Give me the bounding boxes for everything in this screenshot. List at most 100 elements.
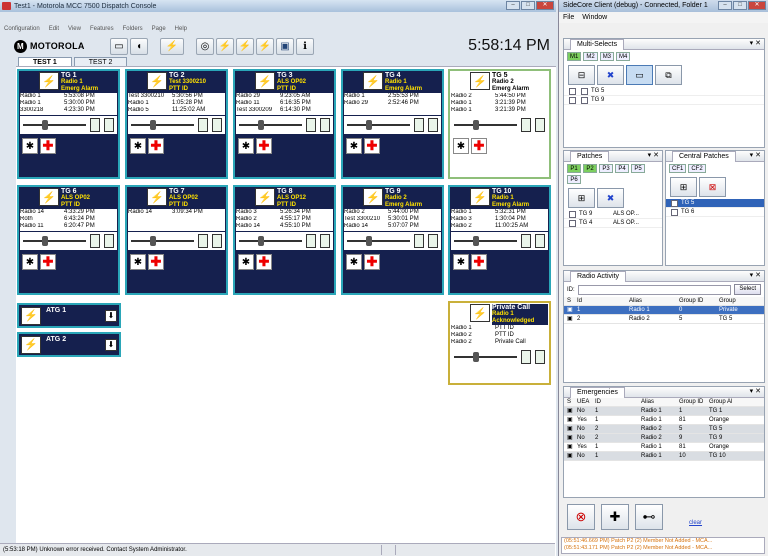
atg-tile[interactable]: ⚡ ATG 2 ⬇ — [17, 332, 121, 357]
patch-add-button[interactable]: ⊞ — [568, 188, 595, 208]
talkgroup-tile[interactable]: ⚡ TG 9 Radio 2 Emerg Alarm Radio 2 5:44:00 PM… — [341, 185, 444, 295]
ptt-button[interactable]: ⚡ — [21, 335, 41, 354]
select-button[interactable]: ⊟ — [568, 65, 595, 85]
expand-icon[interactable]: ⬇ — [105, 338, 117, 351]
monitor-button[interactable]: ▣ — [276, 37, 294, 55]
emergency-button[interactable]: ✚ — [256, 138, 272, 154]
speaker-button[interactable]: ◖ — [130, 37, 148, 55]
select-speaker-button[interactable]: ✱ — [238, 138, 254, 154]
slider-knob[interactable] — [149, 120, 156, 130]
maximize-button[interactable]: □ — [521, 1, 535, 10]
tab-test-1[interactable]: TEST 1 — [18, 57, 72, 66]
list-item[interactable]: TG 6 — [666, 208, 764, 217]
monitor-icon[interactable] — [212, 234, 222, 248]
table-row[interactable]: ▣ No 2 Radio 2 5 TG 5 — [564, 425, 764, 434]
table-row[interactable]: ▣ 1 Radio 1 0 Private — [564, 306, 764, 315]
volume-slider[interactable] — [128, 116, 225, 134]
ptt-button[interactable]: ⚡ — [147, 72, 167, 90]
checkbox[interactable] — [569, 220, 576, 227]
chip-m2[interactable]: M2 — [583, 52, 598, 61]
atg-tile[interactable]: ⚡ ATG 1 ⬇ — [17, 303, 121, 328]
table-row[interactable]: ▣ Yes 1 Radio 1 81 Orange — [564, 443, 764, 452]
emergency-button[interactable]: ✚ — [256, 254, 272, 270]
chip-m1[interactable]: M1 — [567, 52, 582, 61]
checkbox[interactable] — [671, 200, 678, 207]
id-input[interactable] — [577, 284, 732, 295]
slider-knob[interactable] — [365, 120, 372, 130]
call-history-list[interactable]: Test 3300210 5:30:56 PM Radio 1 1:05:28 PM R… — [128, 93, 225, 115]
slider-knob[interactable] — [257, 120, 264, 130]
side-minimize-button[interactable]: – — [718, 1, 732, 10]
emergency-ptt-button[interactable]: ⚡ — [236, 37, 254, 55]
column-header[interactable]: S — [567, 297, 577, 305]
volume-slider[interactable] — [451, 348, 548, 366]
emergency-button[interactable]: ✚ — [148, 138, 164, 154]
talkgroup-tile[interactable]: ⚡ TG 7 ALS OP02 PTT ID Radio 14 3:09:34 PM ✱ ✚ — [125, 185, 228, 295]
chip-p3[interactable]: P3 — [599, 164, 613, 173]
emergency-button[interactable]: ✚ — [364, 254, 380, 270]
ptt-button[interactable]: ⚡ — [147, 188, 167, 206]
ptt-button[interactable]: ⚡ — [39, 188, 59, 206]
volume-slider[interactable] — [128, 232, 225, 250]
panel-close-icon[interactable]: ▾ ✕ — [750, 151, 761, 161]
expand-icon[interactable]: ⬇ — [105, 309, 117, 322]
list-item[interactable]: TG 9 — [564, 96, 764, 105]
call-history-list[interactable]: Radio 2 5:44:00 PM Test 3300210 5:30:01 PM R… — [344, 209, 441, 231]
checkbox[interactable] — [581, 88, 588, 95]
all-call-button[interactable]: ⚡ — [160, 37, 184, 55]
call-history-list[interactable]: Radio 1 5:53:08 PM Radio 1 5:30:00 PM 330021… — [20, 93, 117, 115]
menu-file[interactable]: File — [563, 14, 574, 21]
list-item[interactable]: TG 4 ALS OP... — [564, 219, 662, 228]
slider-knob[interactable] — [365, 236, 372, 246]
talkgroup-tile[interactable]: ⚡ TG 10 Radio 1 Emerg Alarm Radio 1 5:32:31 P… — [448, 185, 551, 295]
menu-item[interactable]: Edit — [49, 26, 59, 32]
slider-knob[interactable] — [472, 352, 479, 362]
select-speaker-button[interactable]: ✱ — [346, 254, 362, 270]
column-header[interactable]: Alias — [629, 297, 679, 305]
talkgroup-tile[interactable]: ⚡ TG 6 ALS OP02 PTT ID Radio 14 4:33:29 PM Rot… — [17, 185, 120, 295]
central-remove-button[interactable]: ⊠ — [699, 177, 726, 197]
menu-item[interactable]: Folders — [123, 26, 143, 32]
tab-test-2[interactable]: TEST 2 — [73, 57, 128, 66]
monitor-icon[interactable] — [535, 234, 545, 248]
select-speaker-button[interactable]: ✱ — [22, 254, 38, 270]
multiselect-ptt-button[interactable]: ⚡ — [256, 37, 274, 55]
end-emergency-button[interactable]: ⊷ — [635, 504, 663, 530]
monitor-icon[interactable] — [535, 350, 545, 364]
talkgroup-tile[interactable]: ⚡ TG 3 ALS OP02 PTT ID Radio 29 9:23:05 AM Rad… — [233, 69, 336, 179]
ptt-button[interactable]: ⚡ — [363, 72, 383, 90]
list-item[interactable]: TG 9 ALS OP... — [564, 210, 662, 219]
chip-m4[interactable]: M4 — [616, 52, 631, 61]
select-speaker-button[interactable]: ✱ — [238, 254, 254, 270]
menu-item[interactable]: Configuration — [4, 26, 40, 32]
private-call-tile[interactable]: ⚡ Private Call Radio 1 Acknowledged Radio 1P… — [448, 301, 551, 385]
call-history-list[interactable]: Radio 1 5:32:31 PM Radio 3 1:30:04 PM Radio … — [451, 209, 548, 231]
volume-slider[interactable] — [451, 232, 548, 250]
unlink-button[interactable]: ⧉ — [655, 65, 682, 85]
emergency-button[interactable]: ✚ — [40, 138, 56, 154]
call-history-list[interactable]: Radio 29 9:23:05 AM Radio 11 6:16:35 PM Test… — [236, 93, 333, 115]
select-speaker-button[interactable]: ✱ — [453, 138, 469, 154]
volume-slider[interactable] — [20, 232, 117, 250]
call-history-list[interactable]: Radio 14 4:33:29 PM Roth 6:43:24 PM Radio 11… — [20, 209, 117, 231]
phone-icon[interactable] — [521, 350, 531, 364]
volume-slider[interactable] — [344, 232, 441, 250]
select-speaker-button[interactable]: ✱ — [453, 254, 469, 270]
link-button[interactable]: ▭ — [626, 65, 653, 85]
checkbox[interactable] — [581, 97, 588, 104]
checkbox[interactable] — [671, 209, 678, 216]
call-history-list[interactable]: Radio 1 PTT ID Radio 2 PTT ID Radio 2 Private… — [451, 325, 548, 347]
column-header[interactable]: Group Al — [709, 398, 739, 406]
close-button[interactable]: ✕ — [536, 1, 554, 10]
chip-m3[interactable]: M3 — [599, 52, 615, 61]
chip-p5[interactable]: P5 — [631, 164, 645, 173]
volume-slider[interactable] — [344, 116, 441, 134]
menu-item[interactable]: View — [68, 26, 81, 32]
person-button[interactable]: ℹ — [296, 37, 314, 55]
patch-tx-button[interactable]: ✖ — [597, 188, 624, 208]
menu-item[interactable]: Help — [175, 26, 187, 32]
acknowledge-emergency-button[interactable]: ⊗ — [567, 504, 595, 530]
slider-knob[interactable] — [472, 120, 479, 130]
deselect-button[interactable]: ✖ — [597, 65, 624, 85]
volume-slider[interactable] — [236, 116, 333, 134]
